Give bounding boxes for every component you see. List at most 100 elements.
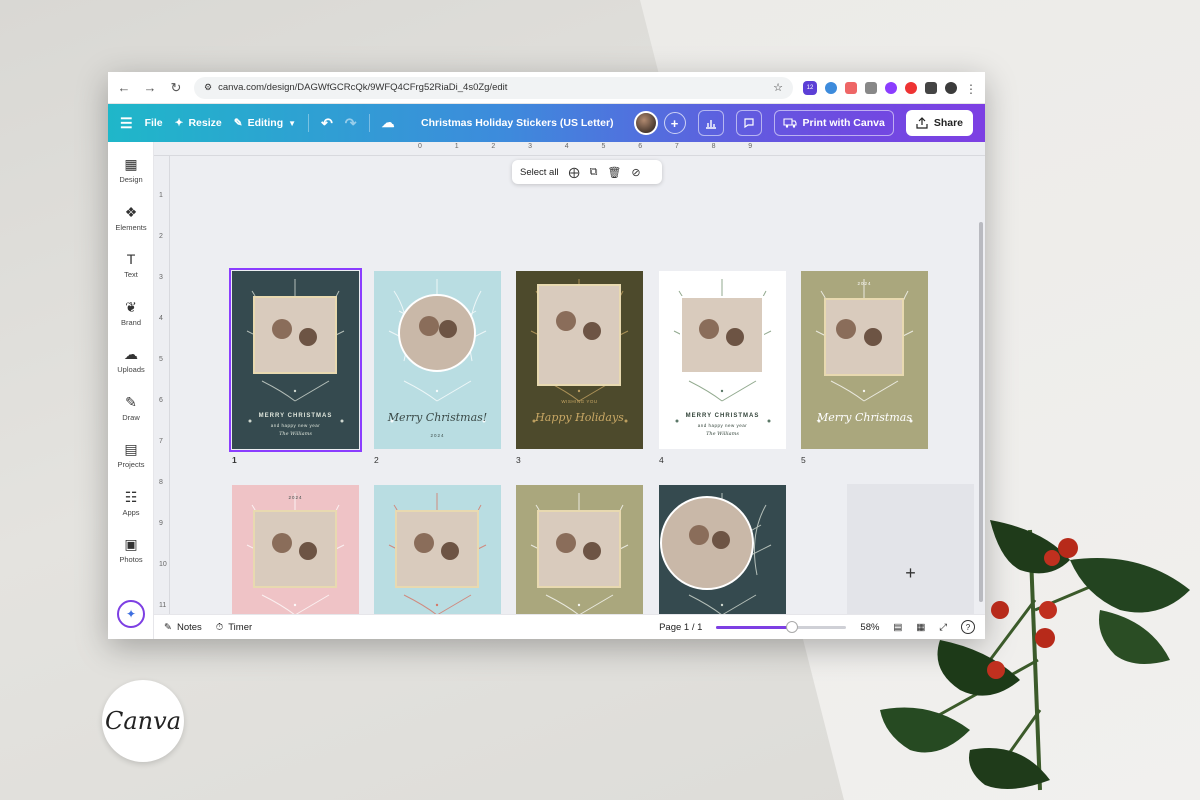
text-icon: T [126, 251, 136, 267]
sidebar-item-photos[interactable]: ▣ Photos [108, 536, 154, 564]
print-label: Print with Canva [802, 117, 885, 129]
timer-icon: ⏱ [215, 621, 224, 633]
extension-badge-icon[interactable]: 12 [803, 80, 817, 95]
main-menu-button[interactable]: ☰ [120, 115, 133, 132]
resize-label: Resize [188, 117, 222, 129]
sidebar-item-elements[interactable]: ❖ Elements [108, 204, 154, 232]
print-with-canva-button[interactable]: Print with Canva [773, 110, 894, 136]
page-signature-text: The Williams [706, 431, 739, 437]
add-page-icon[interactable]: ⨁ [569, 166, 580, 179]
address-bar[interactable]: ⚙ canva.com/design/DAGWfGCRcQk/9WFQ4CFrg… [194, 76, 793, 99]
file-menu-button[interactable]: File [145, 117, 163, 129]
browser-menu-icon[interactable]: ⋮ [965, 82, 977, 96]
magic-sparkle-button[interactable]: ✦ [117, 600, 145, 628]
timer-button[interactable]: ⏱ Timer [216, 622, 252, 633]
comments-button[interactable] [735, 110, 762, 136]
back-arrow-icon[interactable]: ← [116, 80, 132, 96]
page-number-label: 5 [801, 455, 806, 465]
undo-button[interactable]: ↶ [321, 115, 333, 132]
cloud-extension-icon[interactable] [825, 81, 837, 94]
sidebar-item-draw[interactable]: ✎ Draw [108, 394, 154, 422]
extension-icon-5[interactable] [885, 81, 897, 94]
chevron-down-icon: ▼ [288, 118, 297, 128]
brand-icon: ❦ [125, 298, 137, 315]
page-thumbnail[interactable]: Merry Christmas 2024 [801, 271, 928, 449]
notes-button[interactable]: ✎ Notes [164, 622, 202, 633]
editing-label: Editing [247, 117, 284, 129]
invite-collaborator-button[interactable]: + [663, 112, 686, 134]
selection-toolbar: Select all ⨁ ⧉ 🗑 ⊘ [512, 160, 662, 184]
sidebar-item-uploads[interactable]: ☁ Uploads [108, 346, 154, 374]
ruler-tick-label: 2 [159, 233, 163, 240]
extensions-area: 12 ⋮ [803, 80, 977, 96]
collaborator-avatar[interactable] [633, 111, 658, 135]
zoom-slider-handle[interactable] [785, 620, 798, 633]
sidebar-item-design[interactable]: ▦ Design [108, 156, 154, 184]
hide-eye-icon[interactable]: ⊘ [631, 166, 640, 179]
record-extension-icon[interactable] [905, 81, 917, 94]
redo-button[interactable]: ↷ [345, 115, 357, 132]
profile-avatar[interactable] [945, 81, 957, 94]
trash-icon[interactable]: 🗑 [607, 166, 621, 179]
site-settings-icon[interactable]: ⚙ [204, 82, 212, 93]
holly-decoration [880, 520, 1190, 791]
ruler-tick-label: 3 [159, 274, 163, 281]
ruler-tick-label: 7 [159, 438, 163, 445]
editing-mode-dropdown[interactable]: ✎ Editing ▼ [234, 117, 296, 129]
sidebar-item-label: Photos [119, 555, 143, 564]
ruler-tick-label: 3 [528, 143, 532, 150]
extension-icon-4[interactable] [865, 81, 877, 94]
extension-icon-3[interactable] [845, 81, 857, 94]
page-year-text: 2024 [288, 495, 303, 500]
browser-toolbar: ← → ↻ ⚙ canva.com/design/DAGWfGCRcQk/9WF… [108, 72, 985, 104]
select-all-button[interactable]: Select all [520, 167, 559, 178]
delivery-truck-icon [782, 118, 797, 128]
share-button[interactable]: Share [905, 110, 973, 136]
status-bar: ✎ Notes ⏱ Timer Page 1 / 1 58% ▤ ▦ ⤢ ? [154, 614, 985, 639]
page-greeting-text: Merry Christmas! [387, 411, 488, 424]
page-year-text: 2024 [430, 433, 445, 438]
ruler-tick-label: 1 [454, 143, 459, 150]
page-indicator[interactable]: Page 1 / 1 [659, 622, 702, 633]
page-number-label: 3 [516, 455, 521, 465]
comment-bubble-icon [743, 118, 754, 129]
ruler-tick-label: 8 [711, 143, 716, 150]
sidebar-item-projects[interactable]: ▤ Projects [108, 441, 154, 469]
page-thumbnail[interactable]: MERRY CHRISTMAS and happy new year The Wil… [229, 268, 362, 452]
design-title[interactable]: Christmas Holiday Stickers (US Letter) [407, 117, 622, 129]
sidebar-item-label: Design [119, 175, 143, 184]
elements-icon: ❖ [124, 203, 138, 220]
zoom-slider[interactable] [716, 620, 847, 633]
insights-chart-button[interactable] [697, 110, 724, 136]
toolbar-divider [368, 114, 370, 132]
reload-icon[interactable]: ↻ [168, 80, 184, 96]
ruler-tick-label: 10 [159, 561, 167, 568]
bookmark-star-icon[interactable]: ☆ [773, 81, 783, 94]
sidebar-item-brand[interactable]: ❦ Brand [108, 299, 154, 327]
ruler-tick-label: 2 [491, 143, 496, 150]
page-greeting-text: Merry Christmas [817, 411, 912, 424]
duplicate-icon[interactable]: ⧉ [590, 166, 598, 179]
ruler-tick-label: 11 [159, 602, 167, 609]
page-thumbnail[interactable]: Merry Christmas! 2024 [374, 271, 501, 449]
page-thumbnail[interactable]: MERRY CHRISTMAS and happy new year The Wil… [659, 271, 786, 449]
toolbar-divider [308, 114, 310, 132]
ruler-tick-label: 9 [159, 520, 163, 527]
uploads-icon: ☁ [124, 346, 138, 362]
sidebar-item-text[interactable]: T Text [108, 251, 154, 279]
page-number-label: 2 [374, 455, 379, 465]
page-signature-text: The Williams [279, 431, 312, 437]
resize-icon: ✦ [174, 117, 184, 129]
page-greeting-text: MERRY CHRISTMAS [685, 413, 760, 419]
forward-arrow-icon[interactable]: → [142, 80, 158, 96]
cloud-save-icon[interactable]: ☁ [382, 115, 395, 131]
photos-icon: ▣ [124, 536, 138, 552]
timer-label: Timer [228, 621, 253, 633]
design-icon: ▦ [124, 156, 138, 172]
sidebar-item-apps[interactable]: ☷ Apps [108, 489, 154, 517]
puzzle-extensions-icon[interactable] [925, 81, 937, 94]
bar-chart-icon [705, 120, 716, 129]
ruler-tick-label: 5 [601, 143, 606, 150]
resize-button[interactable]: ✦ Resize [175, 117, 222, 129]
page-thumbnail[interactable]: Happy Holidays WISHING YOU [516, 271, 643, 449]
